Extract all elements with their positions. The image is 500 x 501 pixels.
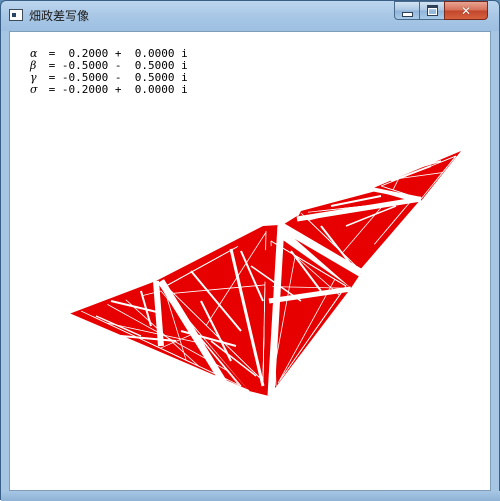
- app-window: 畑政差写像 ✕ α = 0.2000 + 0.0000 i β = -0.500…: [0, 0, 500, 500]
- canvas-area: α = 0.2000 + 0.0000 i β = -0.5000 - 0.50…: [9, 31, 491, 491]
- title-bar[interactable]: 畑政差写像 ✕: [1, 1, 499, 31]
- fractal-drawing: [10, 32, 491, 491]
- fractal-shape: [69, 151, 461, 396]
- maximize-icon: [427, 5, 438, 16]
- minimize-icon: [402, 12, 413, 17]
- app-icon[interactable]: [9, 9, 23, 21]
- window-title: 畑政差写像: [29, 7, 89, 24]
- param-sigma: σ = -0.2000 + 0.0000 i: [30, 84, 188, 96]
- parameter-panel: α = 0.2000 + 0.0000 i β = -0.5000 - 0.50…: [30, 48, 188, 96]
- close-icon: ✕: [461, 4, 471, 18]
- maximize-button[interactable]: [419, 1, 445, 20]
- close-button[interactable]: ✕: [444, 1, 488, 20]
- minimize-button[interactable]: [394, 1, 420, 20]
